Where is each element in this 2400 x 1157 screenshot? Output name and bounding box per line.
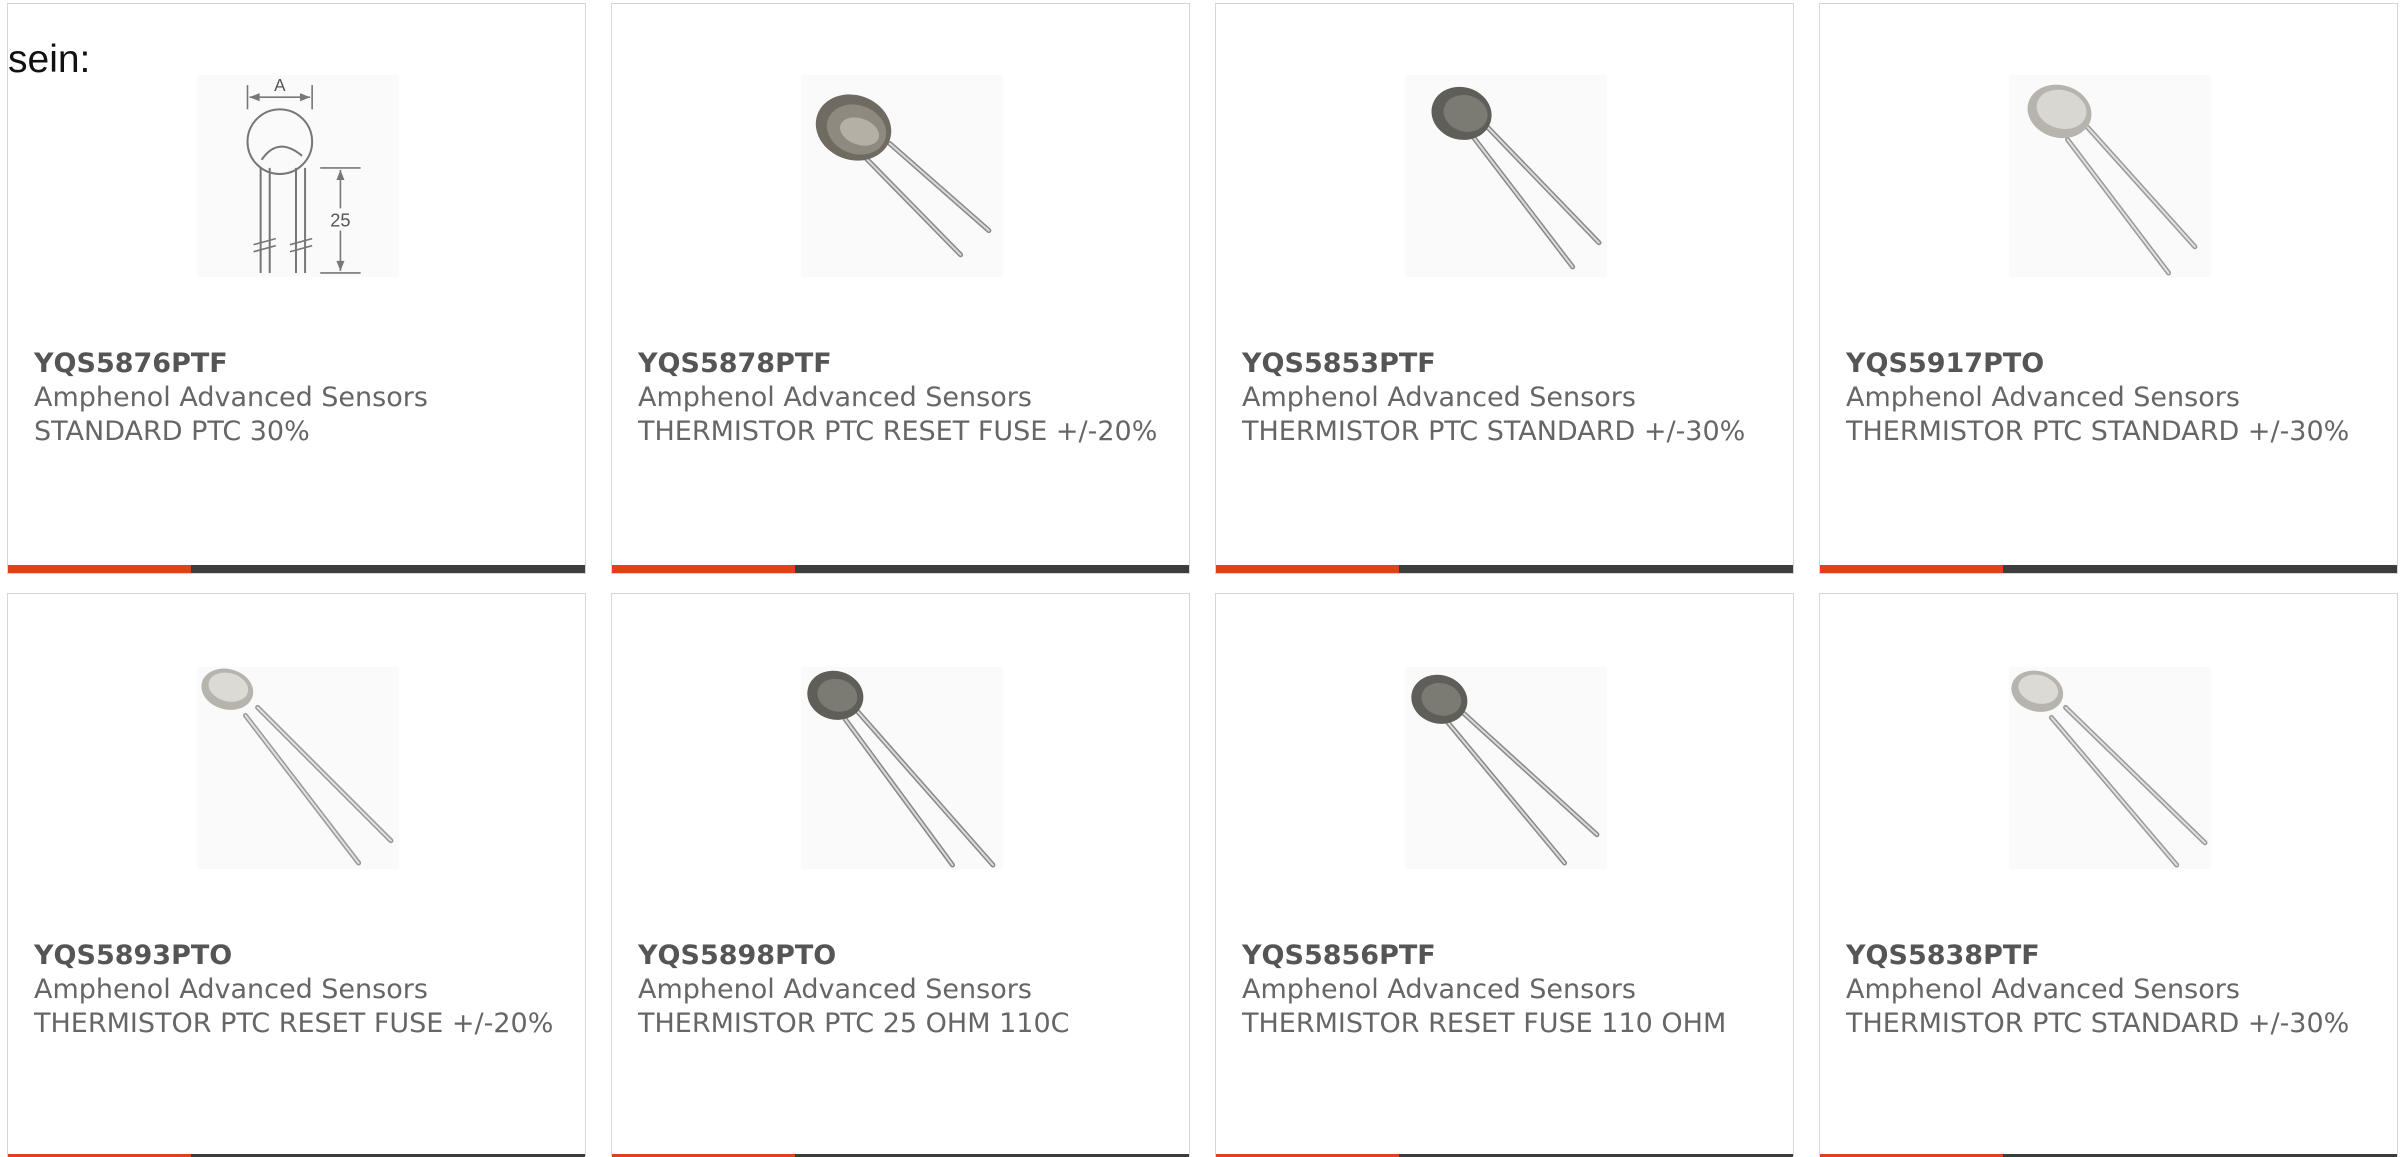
product-description: THERMISTOR PTC RESET FUSE +/-20% [34, 1008, 554, 1039]
product-description: THERMISTOR PTC STANDARD +/-30% [1846, 1008, 2350, 1039]
product-part-number: YQS5917PTO [1846, 348, 2045, 379]
product-image [197, 667, 399, 869]
product-info: YQS5878PTF Amphenol Advanced Sensors THE… [638, 347, 1158, 449]
product-info: YQS5898PTO Amphenol Advanced Sensors THE… [638, 939, 1158, 1041]
card-bottom-bar [8, 565, 585, 573]
product-info: YQS5853PTF Amphenol Advanced Sensors THE… [1242, 347, 1762, 449]
product-image: A 25 [197, 75, 399, 277]
product-description: THERMISTOR PTC RESET FUSE +/-20% [638, 416, 1158, 447]
product-info: YQS5838PTF Amphenol Advanced Sensors THE… [1846, 939, 2366, 1041]
product-part-number: YQS5878PTF [638, 348, 832, 379]
product-manufacturer: Amphenol Advanced Sensors [638, 382, 1032, 413]
product-part-number: YQS5853PTF [1242, 348, 1436, 379]
intro-text: sein: [8, 38, 91, 81]
card-accent-bar [1216, 565, 1399, 573]
product-image [801, 75, 1003, 277]
product-card[interactable]: YQS5853PTF Amphenol Advanced Sensors THE… [1215, 3, 1794, 574]
product-manufacturer: Amphenol Advanced Sensors [1242, 974, 1636, 1005]
product-part-number: YQS5838PTF [1846, 940, 2040, 971]
card-accent-bar [1820, 565, 2003, 573]
product-image [801, 667, 1003, 869]
card-bottom-bar [1216, 565, 1793, 573]
product-card[interactable]: YQS5838PTF Amphenol Advanced Sensors THE… [1819, 593, 2398, 1157]
product-info: YQS5917PTO Amphenol Advanced Sensors THE… [1846, 347, 2366, 449]
thermistor-photo-icon [2009, 75, 2211, 277]
product-card[interactable]: YQS5878PTF Amphenol Advanced Sensors THE… [611, 3, 1190, 574]
product-image [2009, 75, 2211, 277]
product-manufacturer: Amphenol Advanced Sensors [1242, 382, 1636, 413]
product-part-number: YQS5893PTO [34, 940, 233, 971]
card-bottom-bar [612, 565, 1189, 573]
card-accent-bar [612, 565, 795, 573]
thermistor-photo-icon [197, 667, 399, 869]
dimension-drawing-icon: A 25 [197, 75, 399, 277]
card-bottom-bar [1820, 565, 2397, 573]
thermistor-photo-icon [2009, 667, 2211, 869]
product-image [2009, 667, 2211, 869]
product-part-number: YQS5898PTO [638, 940, 837, 971]
product-info: YQS5856PTF Amphenol Advanced Sensors THE… [1242, 939, 1762, 1041]
product-info: YQS5876PTF Amphenol Advanced Sensors STA… [34, 347, 554, 449]
product-manufacturer: Amphenol Advanced Sensors [1846, 382, 2240, 413]
thermistor-photo-icon [1405, 667, 1607, 869]
product-description: STANDARD PTC 30% [34, 416, 310, 447]
product-card[interactable]: YQS5893PTO Amphenol Advanced Sensors THE… [7, 593, 586, 1157]
product-manufacturer: Amphenol Advanced Sensors [1846, 974, 2240, 1005]
product-manufacturer: Amphenol Advanced Sensors [638, 974, 1032, 1005]
product-card[interactable]: A 25 YQS5876PTF Amphenol Advanced Sensor… [7, 3, 586, 574]
card-accent-bar [8, 565, 191, 573]
product-grid-page: sein: A 25 YQS5876PTF Amphenol Advanced … [0, 0, 2400, 1157]
thermistor-photo-icon [1405, 75, 1607, 277]
drawing-label-length: 25 [330, 211, 350, 231]
drawing-label-width: A [274, 75, 286, 95]
thermistor-photo-icon [801, 75, 1003, 277]
product-info: YQS5893PTO Amphenol Advanced Sensors THE… [34, 939, 554, 1041]
product-card[interactable]: YQS5898PTO Amphenol Advanced Sensors THE… [611, 593, 1190, 1157]
product-part-number: YQS5856PTF [1242, 940, 1436, 971]
product-manufacturer: Amphenol Advanced Sensors [34, 382, 428, 413]
product-description: THERMISTOR RESET FUSE 110 OHM [1242, 1008, 1727, 1039]
product-description: THERMISTOR PTC STANDARD +/-30% [1242, 416, 1746, 447]
product-image [1405, 75, 1607, 277]
product-description: THERMISTOR PTC 25 OHM 110C [638, 1008, 1070, 1039]
product-part-number: YQS5876PTF [34, 348, 228, 379]
product-card[interactable]: YQS5856PTF Amphenol Advanced Sensors THE… [1215, 593, 1794, 1157]
product-manufacturer: Amphenol Advanced Sensors [34, 974, 428, 1005]
product-card[interactable]: YQS5917PTO Amphenol Advanced Sensors THE… [1819, 3, 2398, 574]
product-description: THERMISTOR PTC STANDARD +/-30% [1846, 416, 2350, 447]
product-image [1405, 667, 1607, 869]
thermistor-photo-icon [801, 667, 1003, 869]
